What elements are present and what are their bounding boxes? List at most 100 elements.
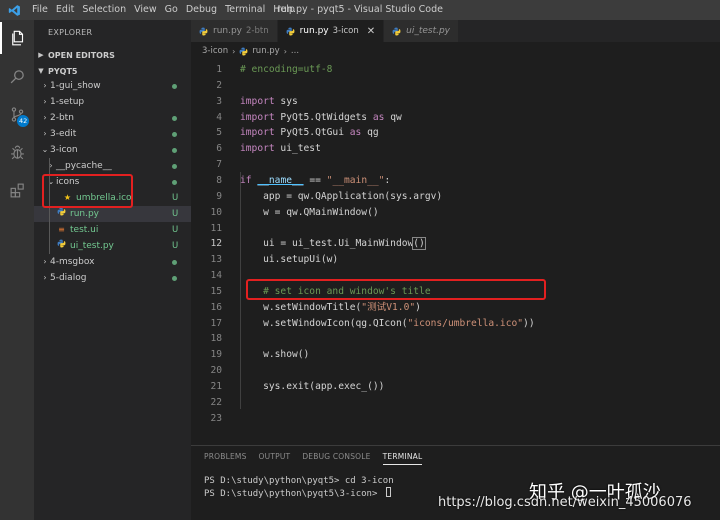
line-number: 13 xyxy=(210,254,222,266)
code-editor[interactable]: 1 # encoding=utf-8 2 3 import sys 4 import PyQ… xyxy=(191,60,720,440)
tree-item-1-gui-show[interactable]: › 1-gui_show xyxy=(34,78,191,94)
breadcrumb-item[interactable]: run.py xyxy=(252,46,279,56)
code-text: w.show() xyxy=(240,349,310,361)
code-line: 18 xyxy=(191,331,720,347)
menu-item-view[interactable]: View xyxy=(130,0,161,20)
tree-item-pycache[interactable]: › __pycache__ xyxy=(34,158,191,174)
title-bar: File Edit Selection View Go Debug Terminal Help… xyxy=(0,0,720,20)
vscode-logo-icon xyxy=(0,0,28,20)
tree-item-label: __pycache__ xyxy=(56,161,112,171)
python-file-icon xyxy=(239,47,248,56)
tree-item-label: 3-edit xyxy=(50,129,77,139)
code-line: 14 xyxy=(191,268,720,284)
source-control-icon[interactable]: 42 xyxy=(0,98,34,130)
panel-tabs: PROBLEMS OUTPUT DEBUG CONSOLE TERMINAL xyxy=(204,452,423,465)
code-line: 5 import PyQt5.QtGui as qg xyxy=(191,125,720,141)
code-line: 2 xyxy=(191,78,720,94)
menu-item-terminal[interactable]: Terminal xyxy=(221,0,269,20)
chevron-down-icon: ⌄ xyxy=(47,177,55,186)
python-file-icon xyxy=(56,238,67,254)
tree-item-icons[interactable]: ⌄ icons xyxy=(34,174,191,190)
files-icon[interactable] xyxy=(0,22,34,54)
code-line: 13 ui.setupUi(w) xyxy=(191,252,720,268)
menu-item-help[interactable]: Help xyxy=(269,0,299,20)
tab-dir: 3-icon xyxy=(332,26,359,36)
tree-item-ui-test-py[interactable]: ui_test.py U xyxy=(34,238,191,254)
search-icon[interactable] xyxy=(0,60,34,92)
terminal-line[interactable]: PS D:\study\python\pyqt5\3-icon> xyxy=(204,487,391,500)
untracked-status: U xyxy=(172,193,179,203)
code-line: 20 xyxy=(191,363,720,379)
panel-tab-problems[interactable]: PROBLEMS xyxy=(204,452,247,465)
code-line: 22 xyxy=(191,395,720,411)
line-number: 16 xyxy=(210,301,222,313)
star-icon: ★ xyxy=(63,193,72,202)
tree-item-3-icon[interactable]: ⌄ 3-icon xyxy=(34,142,191,158)
tree-indent-guide xyxy=(49,158,50,254)
panel-tab-debug-console[interactable]: DEBUG CONSOLE xyxy=(302,452,370,465)
ui-file-icon: ≡ xyxy=(58,225,65,234)
modified-dot-icon xyxy=(172,148,177,153)
close-icon[interactable]: ✕ xyxy=(367,26,375,37)
menu-item-edit[interactable]: Edit xyxy=(52,0,78,20)
tree-item-test-ui[interactable]: ≡ test.ui U xyxy=(34,222,191,238)
code-line: 23 xyxy=(191,411,720,427)
tree-item-5-dialog[interactable]: › 5-dialog xyxy=(34,270,191,286)
untracked-status: U xyxy=(172,209,179,219)
untracked-status: U xyxy=(172,225,179,235)
menu-item-file[interactable]: File xyxy=(28,0,52,20)
code-line: 10 w = qw.QMainWindow() xyxy=(191,205,720,221)
tree-item-run-py[interactable]: run.py U xyxy=(34,206,191,222)
code-line: 11 xyxy=(191,221,720,237)
editor-tab[interactable]: ui_test.py xyxy=(384,20,460,42)
editor-tab[interactable]: run.py 3-icon ✕ xyxy=(277,20,385,42)
tree-item-2-btn[interactable]: › 2-btn xyxy=(34,110,191,126)
menu-item-debug[interactable]: Debug xyxy=(182,0,221,20)
code-text: app = qw.QApplication(sys.argv) xyxy=(240,190,443,202)
menu-item-go[interactable]: Go xyxy=(161,0,182,20)
extensions-icon[interactable] xyxy=(0,174,34,206)
workspace-label: PYQT5 xyxy=(48,66,78,76)
tree-item-1-setup[interactable]: › 1-setup xyxy=(34,94,191,110)
menu-item-selection[interactable]: Selection xyxy=(78,0,130,20)
tab-dir: 2-btn xyxy=(246,26,269,36)
line-number: 19 xyxy=(210,349,222,361)
line-number: 22 xyxy=(210,396,222,408)
debug-icon[interactable] xyxy=(0,136,34,168)
tree-item-umbrella-ico[interactable]: ★ umbrella.ico U xyxy=(34,190,191,206)
panel-tab-terminal[interactable]: TERMINAL xyxy=(382,452,423,465)
tree-item-label: test.ui xyxy=(70,225,99,235)
csdn-watermark: https://blog.csdn.net/weixin_45006076 xyxy=(438,495,692,510)
chevron-right-icon: › xyxy=(49,161,53,170)
code-text: ui.setupUi(w) xyxy=(240,254,339,266)
tree-item-label: 4-msgbox xyxy=(50,257,95,267)
code-text: # encoding=utf-8 xyxy=(240,64,333,75)
tree-item-4-msgbox[interactable]: › 4-msgbox xyxy=(34,254,191,270)
code-line: 16 w.setWindowTitle("测试V1.0") xyxy=(191,300,720,316)
line-number: 14 xyxy=(210,270,222,282)
modified-dot-icon xyxy=(172,164,177,169)
breadcrumb-item[interactable]: 3-icon xyxy=(202,46,228,56)
code-text: w = qw.QMainWindow() xyxy=(240,206,379,218)
code-line: 12 ui = ui_test.Ui_MainWindow() xyxy=(191,236,720,252)
terminal-cursor xyxy=(385,487,391,497)
breadcrumb-item[interactable]: ... xyxy=(291,46,299,56)
editor-tab[interactable]: run.py 2-btn xyxy=(191,20,278,42)
line-number: 23 xyxy=(210,412,222,424)
editor-tabs: run.py 2-btn run.py 3-icon ✕ ui_test.py xyxy=(191,20,720,42)
code-line: 4 import PyQt5.QtWidgets as qw xyxy=(191,110,720,126)
tree-item-label: 2-btn xyxy=(50,113,74,123)
chevron-right-icon: ▶ xyxy=(38,51,44,59)
modified-dot-icon xyxy=(172,116,177,121)
code-line: 6 import ui_test xyxy=(191,141,720,157)
tree-item-label: 3-icon xyxy=(50,145,78,155)
tab-label: run.py xyxy=(213,26,243,36)
tree-item-label: 1-gui_show xyxy=(50,81,101,91)
panel-tab-output[interactable]: OUTPUT xyxy=(259,452,291,465)
line-number: 8 xyxy=(216,174,222,186)
tree-item-3-edit[interactable]: › 3-edit xyxy=(34,126,191,142)
line-number: 17 xyxy=(210,317,222,329)
line-number: 4 xyxy=(216,111,222,123)
code-text: w.setWindowIcon(qg.QIcon("icons/umbrella… xyxy=(240,317,535,329)
untracked-status: U xyxy=(172,241,179,251)
